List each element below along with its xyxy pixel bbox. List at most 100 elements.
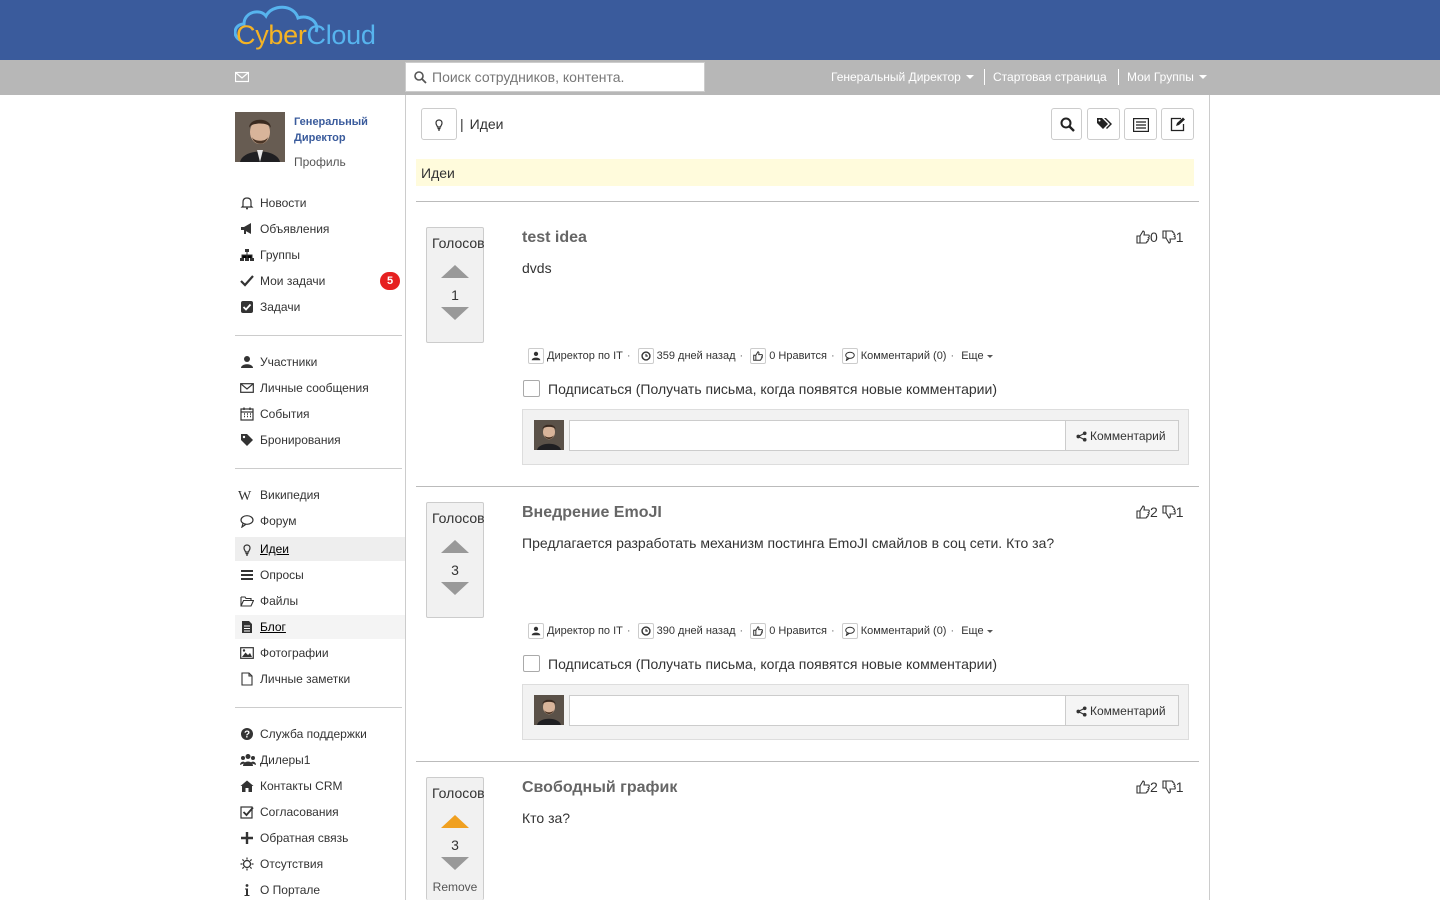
comments-count: Комментарий (0) (860, 349, 947, 362)
user-menu[interactable]: Генеральный Директор (831, 70, 974, 84)
sidebar-item-blog[interactable]: Блог (235, 615, 405, 639)
comments-link[interactable]: Комментарий (0) (841, 623, 946, 639)
sidebar-item-events[interactable]: События (235, 402, 405, 426)
thumbs-up-icon[interactable] (1136, 505, 1150, 519)
sidebar-item-label: Обратная связь (260, 831, 349, 845)
list-view-button[interactable] (1124, 108, 1157, 140)
idea-title[interactable]: test idea (522, 229, 587, 247)
comment-icon (844, 351, 855, 361)
idea-title[interactable]: Внедрение EmoJI (522, 504, 662, 522)
vote-up-arrow-icon[interactable] (441, 540, 469, 553)
thumbs-down-icon[interactable] (1162, 780, 1176, 794)
remove-vote-link[interactable]: Remove (427, 880, 483, 894)
sidebar-item-members[interactable]: Участники (235, 350, 405, 374)
avatar (534, 695, 564, 725)
author-link[interactable]: Директор по IT (528, 623, 623, 639)
comments-link[interactable]: Комментарий (0) (841, 348, 947, 364)
dislikes-count: 1 (1175, 229, 1184, 245)
search-input[interactable] (432, 67, 698, 87)
sidebar-item-label: Фотографии (260, 646, 329, 660)
subscribe-checkbox[interactable] (523, 655, 540, 672)
groups-menu[interactable]: Мои Группы (1127, 70, 1207, 84)
sidebar-item-approvals[interactable]: Согласования (235, 800, 405, 824)
more-label: Еще (961, 350, 984, 362)
likes-count: 0 (1150, 229, 1158, 245)
tags-button[interactable] (1087, 108, 1120, 140)
vote-down-arrow-icon[interactable] (441, 582, 469, 595)
profile-name[interactable]: Генеральный Директор (294, 114, 404, 146)
sidebar-item-label: Новости (260, 196, 307, 210)
sidebar-item-wikipedia[interactable]: W Википедия (235, 483, 405, 507)
sidebar-divider (235, 335, 402, 336)
sidebar-item-support[interactable]: ? Служба поддержки (235, 722, 405, 746)
sidebar-item-files[interactable]: Файлы (235, 589, 405, 613)
sidebar-item-forum[interactable]: Форум (235, 509, 405, 533)
sidebar-item-notes[interactable]: Личные заметки (235, 667, 405, 691)
more-menu[interactable]: Еще (961, 625, 993, 637)
folder-open-icon (240, 596, 254, 607)
sidebar-item-crm[interactable]: Контакты CRM (235, 774, 405, 798)
thumbs-up-icon[interactable] (1136, 780, 1150, 794)
avatar[interactable] (235, 112, 285, 162)
author-name: Директор по IT (547, 624, 623, 637)
sidebar-item-photos[interactable]: Фотографии (235, 641, 405, 665)
vote-up-arrow-icon[interactable] (441, 815, 469, 828)
sub-navbar (0, 60, 1440, 95)
tags-icon (1097, 118, 1112, 129)
picture-icon (240, 647, 254, 659)
envelope-icon[interactable] (235, 70, 249, 84)
search-box[interactable] (405, 62, 705, 92)
sidebar-item-announcements[interactable]: Объявления (235, 217, 405, 241)
sidebar-item-news[interactable]: Новости (235, 191, 405, 215)
sidebar-item-my-tasks[interactable]: Мои задачи 5 (235, 269, 405, 293)
sidebar-item-polls[interactable]: Опросы (235, 563, 405, 587)
user-menu-label: Генеральный Директор (831, 70, 961, 84)
author-name: Директор по IT (547, 349, 623, 362)
thumbs-down-icon[interactable] (1162, 230, 1176, 244)
sitemap-icon (240, 249, 254, 261)
profile-link[interactable]: Профиль (294, 155, 346, 169)
idea-rating: 2 1 (1136, 504, 1183, 520)
sidebar-item-absences[interactable]: Отсутствия (235, 852, 405, 876)
comment-submit-button[interactable]: Комментарий (1065, 695, 1179, 726)
sidebar-item-label: Файлы (260, 594, 299, 608)
vote-down-arrow-icon[interactable] (441, 307, 469, 320)
subscribe-checkbox[interactable] (523, 380, 540, 397)
sidebar-item-label: Согласования (260, 805, 339, 819)
sidebar-item-about[interactable]: О Портале (235, 878, 405, 900)
sidebar-item-bookings[interactable]: Бронирования (235, 428, 405, 452)
comment-submit-button[interactable]: Комментарий (1065, 420, 1179, 451)
search-ideas-button[interactable] (1051, 108, 1082, 140)
sidebar-item-ideas[interactable]: Идеи (235, 537, 405, 561)
thumbs-up-icon[interactable] (1136, 230, 1150, 244)
new-idea-button[interactable] (1161, 108, 1194, 140)
nav-divider (984, 69, 985, 85)
idea-rating: 2 1 (1136, 779, 1183, 795)
ideas-home-button[interactable] (421, 108, 457, 140)
comment-input[interactable] (569, 420, 1066, 451)
idea-title[interactable]: Свободный график (522, 779, 677, 797)
vote-down-arrow-icon[interactable] (441, 857, 469, 870)
sidebar-item-messages[interactable]: Личные сообщения (235, 376, 405, 400)
sidebar-item-feedback[interactable]: Обратная связь (235, 826, 405, 850)
comment-form: Комментарий (522, 684, 1189, 740)
sun-icon (240, 857, 254, 871)
vote-up-arrow-icon[interactable] (441, 265, 469, 278)
comment-input[interactable] (569, 695, 1066, 726)
sidebar-item-dealers[interactable]: Дилеры1 (235, 748, 405, 772)
sidebar-item-groups[interactable]: Группы (235, 243, 405, 267)
sidebar-item-tasks[interactable]: Задачи (235, 295, 405, 319)
bell-icon (240, 197, 254, 210)
like-button[interactable]: 0 Нравится (750, 348, 827, 364)
sidebar-item-label: Опросы (260, 568, 304, 582)
caret-down-icon (986, 630, 993, 633)
sidebar-item-label: Служба поддержки (260, 727, 367, 741)
votes-label: Голосов (432, 235, 485, 251)
thumbs-down-icon[interactable] (1162, 505, 1176, 519)
author-link[interactable]: Директор по IT (528, 348, 623, 364)
votes-count: 1 (451, 287, 459, 303)
cybercloud-logo[interactable]: CyberCloud (234, 2, 394, 56)
more-menu[interactable]: Еще (961, 350, 993, 362)
home-link[interactable]: Стартовая страница (993, 70, 1107, 84)
like-button[interactable]: 0 Нравится (750, 623, 827, 639)
